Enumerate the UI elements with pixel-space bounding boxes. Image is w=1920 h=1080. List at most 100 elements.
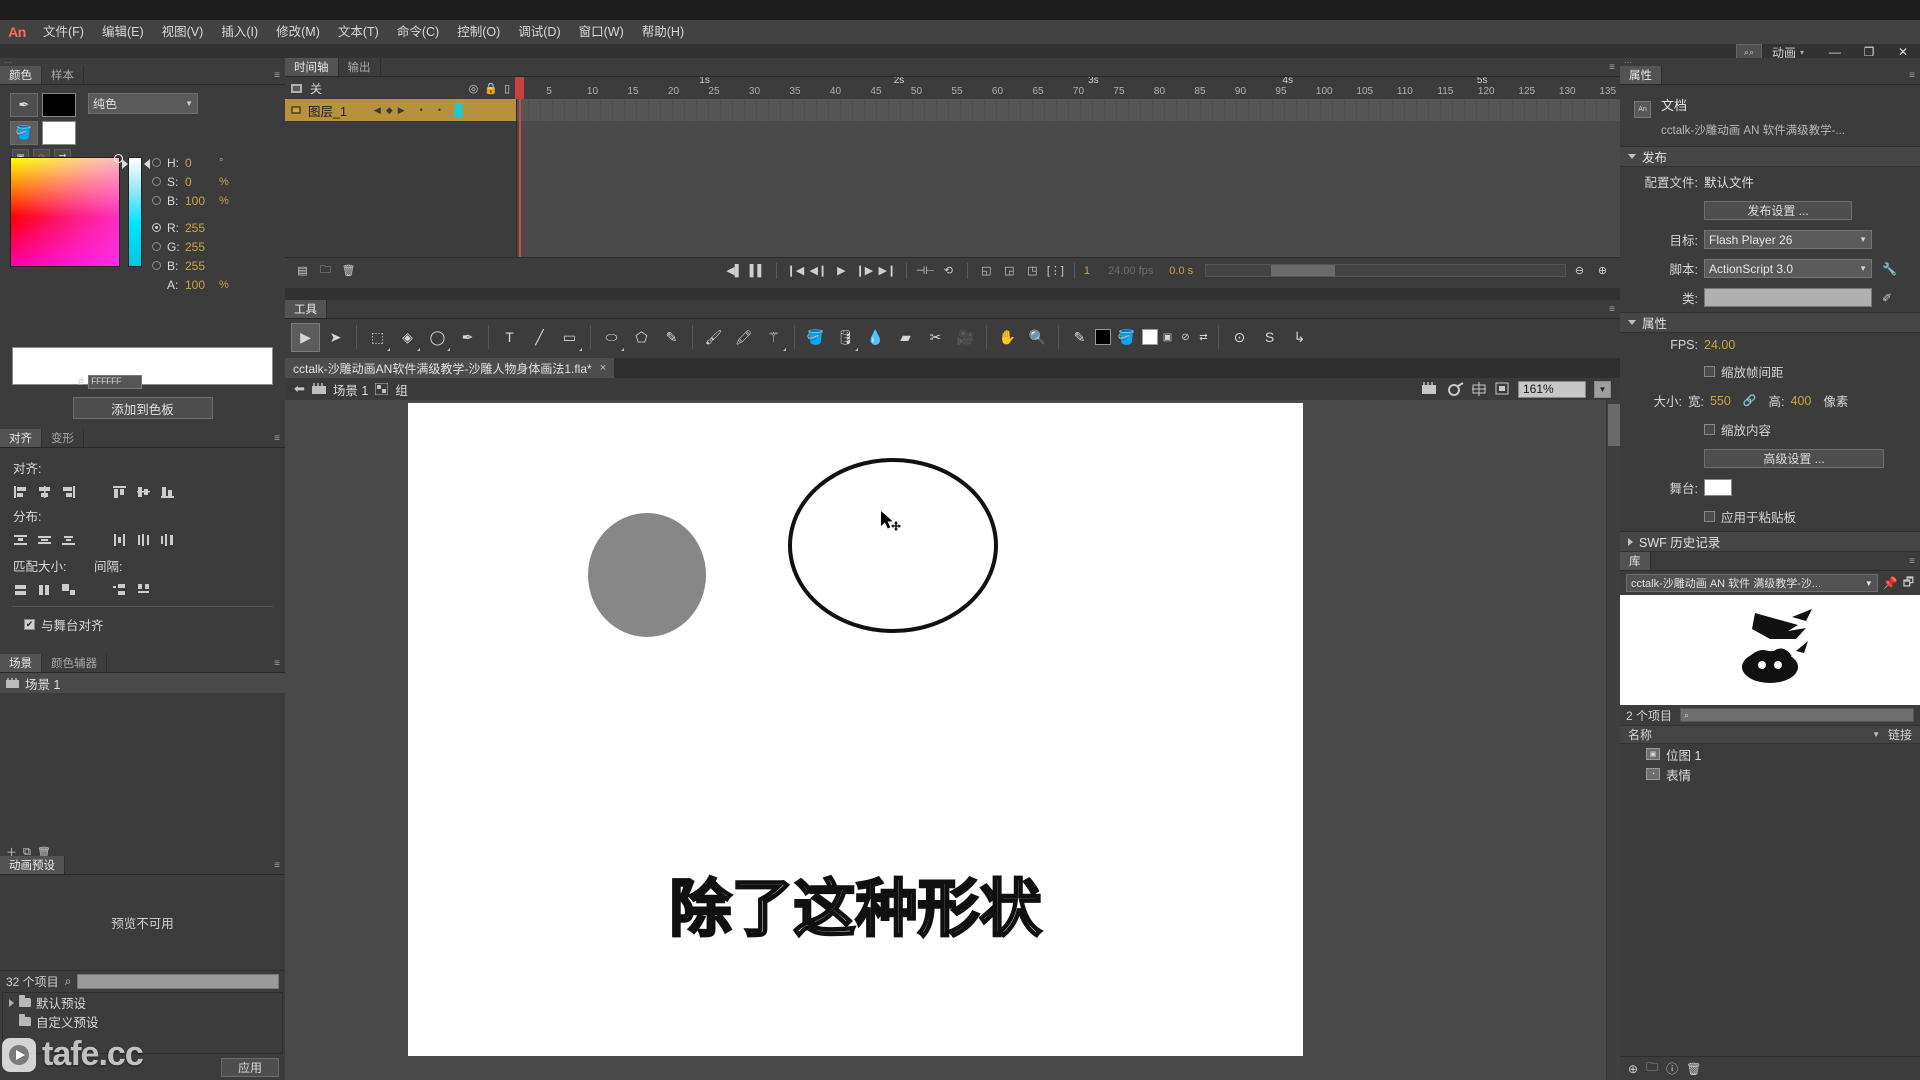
panel-menu-icon[interactable]: ≡ xyxy=(269,856,285,874)
align-to-stage-row[interactable]: ✔ 与舞台对齐 xyxy=(10,615,275,634)
publish-section-header[interactable]: 发布 xyxy=(1620,146,1920,167)
center-frame-icon[interactable]: ⊣⊢ xyxy=(916,261,935,280)
panel-menu-icon[interactable]: ≡ xyxy=(1904,552,1920,570)
chevron-right-icon[interactable] xyxy=(9,998,14,1007)
pin-icon[interactable]: 📌 xyxy=(1883,576,1898,590)
tab-properties[interactable]: 属性 xyxy=(1620,66,1662,84)
elapsed-time-indicator[interactable]: 0.0 s xyxy=(1169,265,1193,277)
distribute-top-icon[interactable] xyxy=(10,530,31,549)
tab-motion-presets[interactable]: 动画预设 xyxy=(0,856,65,874)
value-hue[interactable]: 0 xyxy=(185,156,219,170)
distribute-bottom-icon[interactable] xyxy=(58,530,79,549)
tab-swatches[interactable]: 样本 xyxy=(42,66,84,84)
menu-view[interactable]: 视图(V) xyxy=(153,20,213,44)
panel-menu-icon[interactable]: ≡ xyxy=(1604,300,1620,318)
snap-to-objects-icon[interactable]: S xyxy=(1255,323,1284,352)
camera-icon[interactable] xyxy=(1422,382,1439,396)
step-back-button[interactable]: ◀❙ xyxy=(809,261,828,280)
canvas-scrollbar-thumb[interactable] xyxy=(1608,404,1620,446)
layer-keyframe-icon[interactable]: ◆ xyxy=(386,105,393,116)
apply-pasteboard-row[interactable]: ✔ 应用于粘贴板 xyxy=(1620,502,1920,531)
field-saturation[interactable]: S: 0 % xyxy=(152,172,272,191)
field-hue[interactable]: H: 0 ° xyxy=(152,153,272,172)
new-layer-icon[interactable]: ▤ xyxy=(293,261,312,280)
line-tool-icon[interactable]: ╱ xyxy=(525,323,554,352)
sort-caret-icon[interactable]: ▼ xyxy=(1872,730,1880,739)
menu-control[interactable]: 控制(O) xyxy=(448,20,509,44)
tab-align[interactable]: 对齐 xyxy=(0,429,42,447)
menu-modify[interactable]: 修改(M) xyxy=(267,20,329,44)
radio-saturation[interactable] xyxy=(152,177,161,186)
chevron-down-icon[interactable]: ▼ xyxy=(1594,380,1611,398)
saturation-value-picker[interactable] xyxy=(10,154,123,267)
stroke-color-chip[interactable] xyxy=(42,93,76,117)
stage[interactable]: 除了这种形状 xyxy=(408,403,1303,1056)
align-right-icon[interactable] xyxy=(58,482,79,501)
radio-brightness[interactable] xyxy=(152,196,161,205)
close-icon[interactable]: × xyxy=(600,362,606,374)
tab-color[interactable]: 颜色 xyxy=(0,66,42,84)
scale-spacing-row[interactable]: ✔ 缩放帧间距 xyxy=(1620,357,1920,386)
height-value[interactable]: 400 xyxy=(1791,394,1812,408)
playhead-handle[interactable] xyxy=(515,77,524,99)
menu-file[interactable]: 文件(F) xyxy=(34,20,93,44)
align-vertical-center-icon[interactable] xyxy=(133,482,154,501)
new-library-panel-icon[interactable]: 🗗 xyxy=(1903,573,1914,594)
stroke-color-picker-icon[interactable]: ✎ xyxy=(1065,323,1094,352)
current-frame-indicator[interactable]: 1 xyxy=(1084,265,1090,277)
breadcrumb-group[interactable]: 组 xyxy=(395,380,408,399)
profile-value[interactable]: 默认文件 xyxy=(1704,172,1754,191)
apply-pasteboard-checkbox[interactable]: ✔ xyxy=(1704,511,1715,522)
radio-green[interactable] xyxy=(152,242,161,251)
align-top-icon[interactable] xyxy=(109,482,130,501)
panel-drag-handle[interactable]: ⋯ xyxy=(0,58,285,67)
radio-hue[interactable] xyxy=(152,158,161,167)
zoom-tool-icon[interactable]: 🔍 xyxy=(1023,323,1052,352)
timeline-frames-grid[interactable] xyxy=(517,99,1620,257)
stroke-tool-icon[interactable]: ✒ xyxy=(10,93,38,117)
width-tool-icon[interactable]: ✂ xyxy=(921,323,950,352)
pen-tool-icon[interactable]: ✒ xyxy=(453,323,482,352)
smooth-icon[interactable]: ↳ xyxy=(1285,323,1314,352)
eraser-tool-icon[interactable]: ▰ xyxy=(891,323,920,352)
value-blue[interactable]: 255 xyxy=(185,259,219,273)
lock-icon[interactable]: 🔒 xyxy=(484,82,498,95)
fill-color-well[interactable] xyxy=(1142,329,1158,345)
field-red[interactable]: R: 255 xyxy=(152,218,272,237)
search-icon[interactable]: ⌕ xyxy=(65,974,72,989)
fps-value[interactable]: 24.00 xyxy=(1704,338,1735,352)
tab-transform[interactable]: 变形 xyxy=(42,429,84,447)
gradient-transform-tool-icon[interactable]: ◈ xyxy=(393,323,422,352)
stage-color-swatch[interactable] xyxy=(1704,479,1732,496)
zoom-out-icon[interactable]: ⊖ xyxy=(1570,261,1589,280)
new-symbol-icon[interactable]: ⊕ xyxy=(1628,1062,1638,1076)
panel-menu-icon[interactable]: ≡ xyxy=(269,429,285,447)
clip-content-icon[interactable] xyxy=(1447,382,1464,396)
scale-content-row[interactable]: ✔ 缩放内容 xyxy=(1620,415,1920,444)
value-alpha[interactable]: 100 xyxy=(185,278,219,292)
panel-drag-handle[interactable]: ⋯ xyxy=(1620,58,1920,67)
timeline-scrollbar-thumb[interactable] xyxy=(1270,265,1336,276)
delete-icon[interactable]: 🗑 xyxy=(1686,1062,1701,1076)
menu-insert[interactable]: 插入(I) xyxy=(212,20,267,44)
timeline-scrollbar[interactable] xyxy=(1205,264,1566,277)
value-green[interactable]: 255 xyxy=(185,240,219,254)
tab-tools[interactable]: 工具 xyxy=(285,300,327,318)
layer-lock-dot-icon[interactable]: • xyxy=(438,105,441,115)
align-bottom-icon[interactable] xyxy=(157,482,178,501)
list-item[interactable]: 默认预设 xyxy=(3,993,282,1012)
edit-class-icon[interactable]: ✐ xyxy=(1882,291,1892,305)
target-select[interactable]: Flash Player 26 ▼ xyxy=(1704,230,1872,249)
new-folder-icon[interactable]: 🗀 xyxy=(6,1057,18,1078)
hue-slider[interactable] xyxy=(128,157,142,267)
center-stage-icon[interactable] xyxy=(1472,382,1487,396)
new-folder-icon[interactable]: 🗀 xyxy=(316,261,335,280)
selection-tool-icon[interactable]: ▶ xyxy=(291,322,320,352)
layer-visibility-dot-icon[interactable]: • xyxy=(420,105,423,115)
distribute-right-icon[interactable] xyxy=(157,530,178,549)
publish-settings-button[interactable]: 发布设置 ... xyxy=(1704,201,1852,220)
onion-skin-outlines-icon[interactable]: ◲ xyxy=(1000,261,1019,280)
new-folder-icon[interactable]: 🗀 xyxy=(1646,1058,1658,1079)
tab-scene[interactable]: 场景 xyxy=(0,654,42,672)
library-list-item[interactable]: ▣ 位图 1 xyxy=(1620,744,1920,764)
